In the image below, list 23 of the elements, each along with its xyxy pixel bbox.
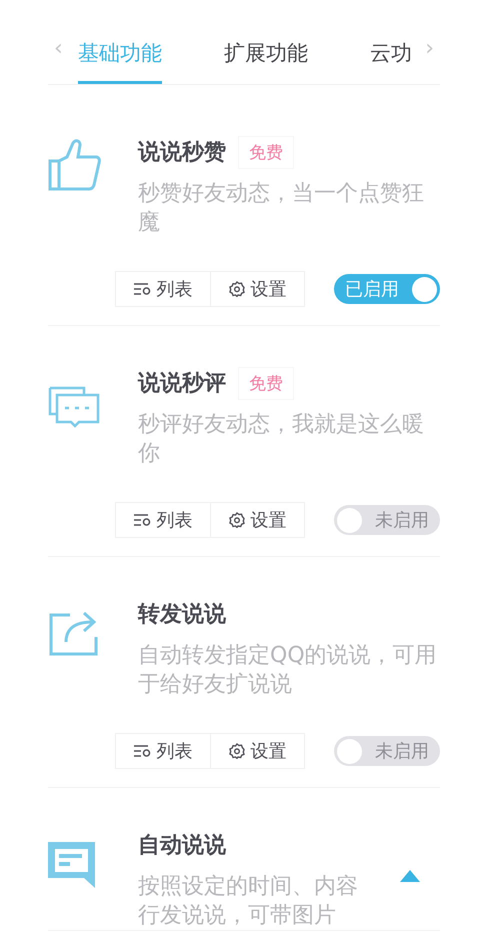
scroll-up-icon[interactable]	[400, 870, 420, 882]
chat-bubbles-icon	[48, 386, 100, 428]
feature-title: 说说秒评	[138, 370, 226, 398]
price-tag: 免费	[238, 136, 294, 168]
feature-title: 转发说说	[138, 601, 226, 629]
list-settings-icon	[134, 745, 150, 757]
settings-icon	[228, 512, 244, 528]
feature-description: 秒赞好友动态，当一个点赞狂魔	[138, 180, 425, 237]
feature-title: 说说秒赞	[138, 139, 226, 167]
tab[interactable]: 云功	[370, 39, 412, 84]
settings-icon	[228, 743, 244, 759]
settings-icon	[228, 281, 244, 297]
feature-description: 按照设定的时间、内容	[138, 873, 358, 901]
feature-description: 自动转发指定QQ的说说，可用于给好友扩说说	[138, 642, 438, 699]
price-tag: 免费	[238, 366, 294, 400]
thumbs-up-icon	[48, 139, 102, 191]
feature-description: 秒评好友动态，我就是这么暖你	[138, 411, 425, 468]
tab[interactable]: 扩展功能	[224, 39, 308, 84]
feature-description: 行发说说，可带图片	[138, 902, 336, 930]
list-settings-icon	[134, 283, 150, 295]
list-settings-icon	[134, 514, 150, 526]
feature-title: 自动说说	[138, 832, 226, 860]
message-icon	[48, 842, 96, 888]
